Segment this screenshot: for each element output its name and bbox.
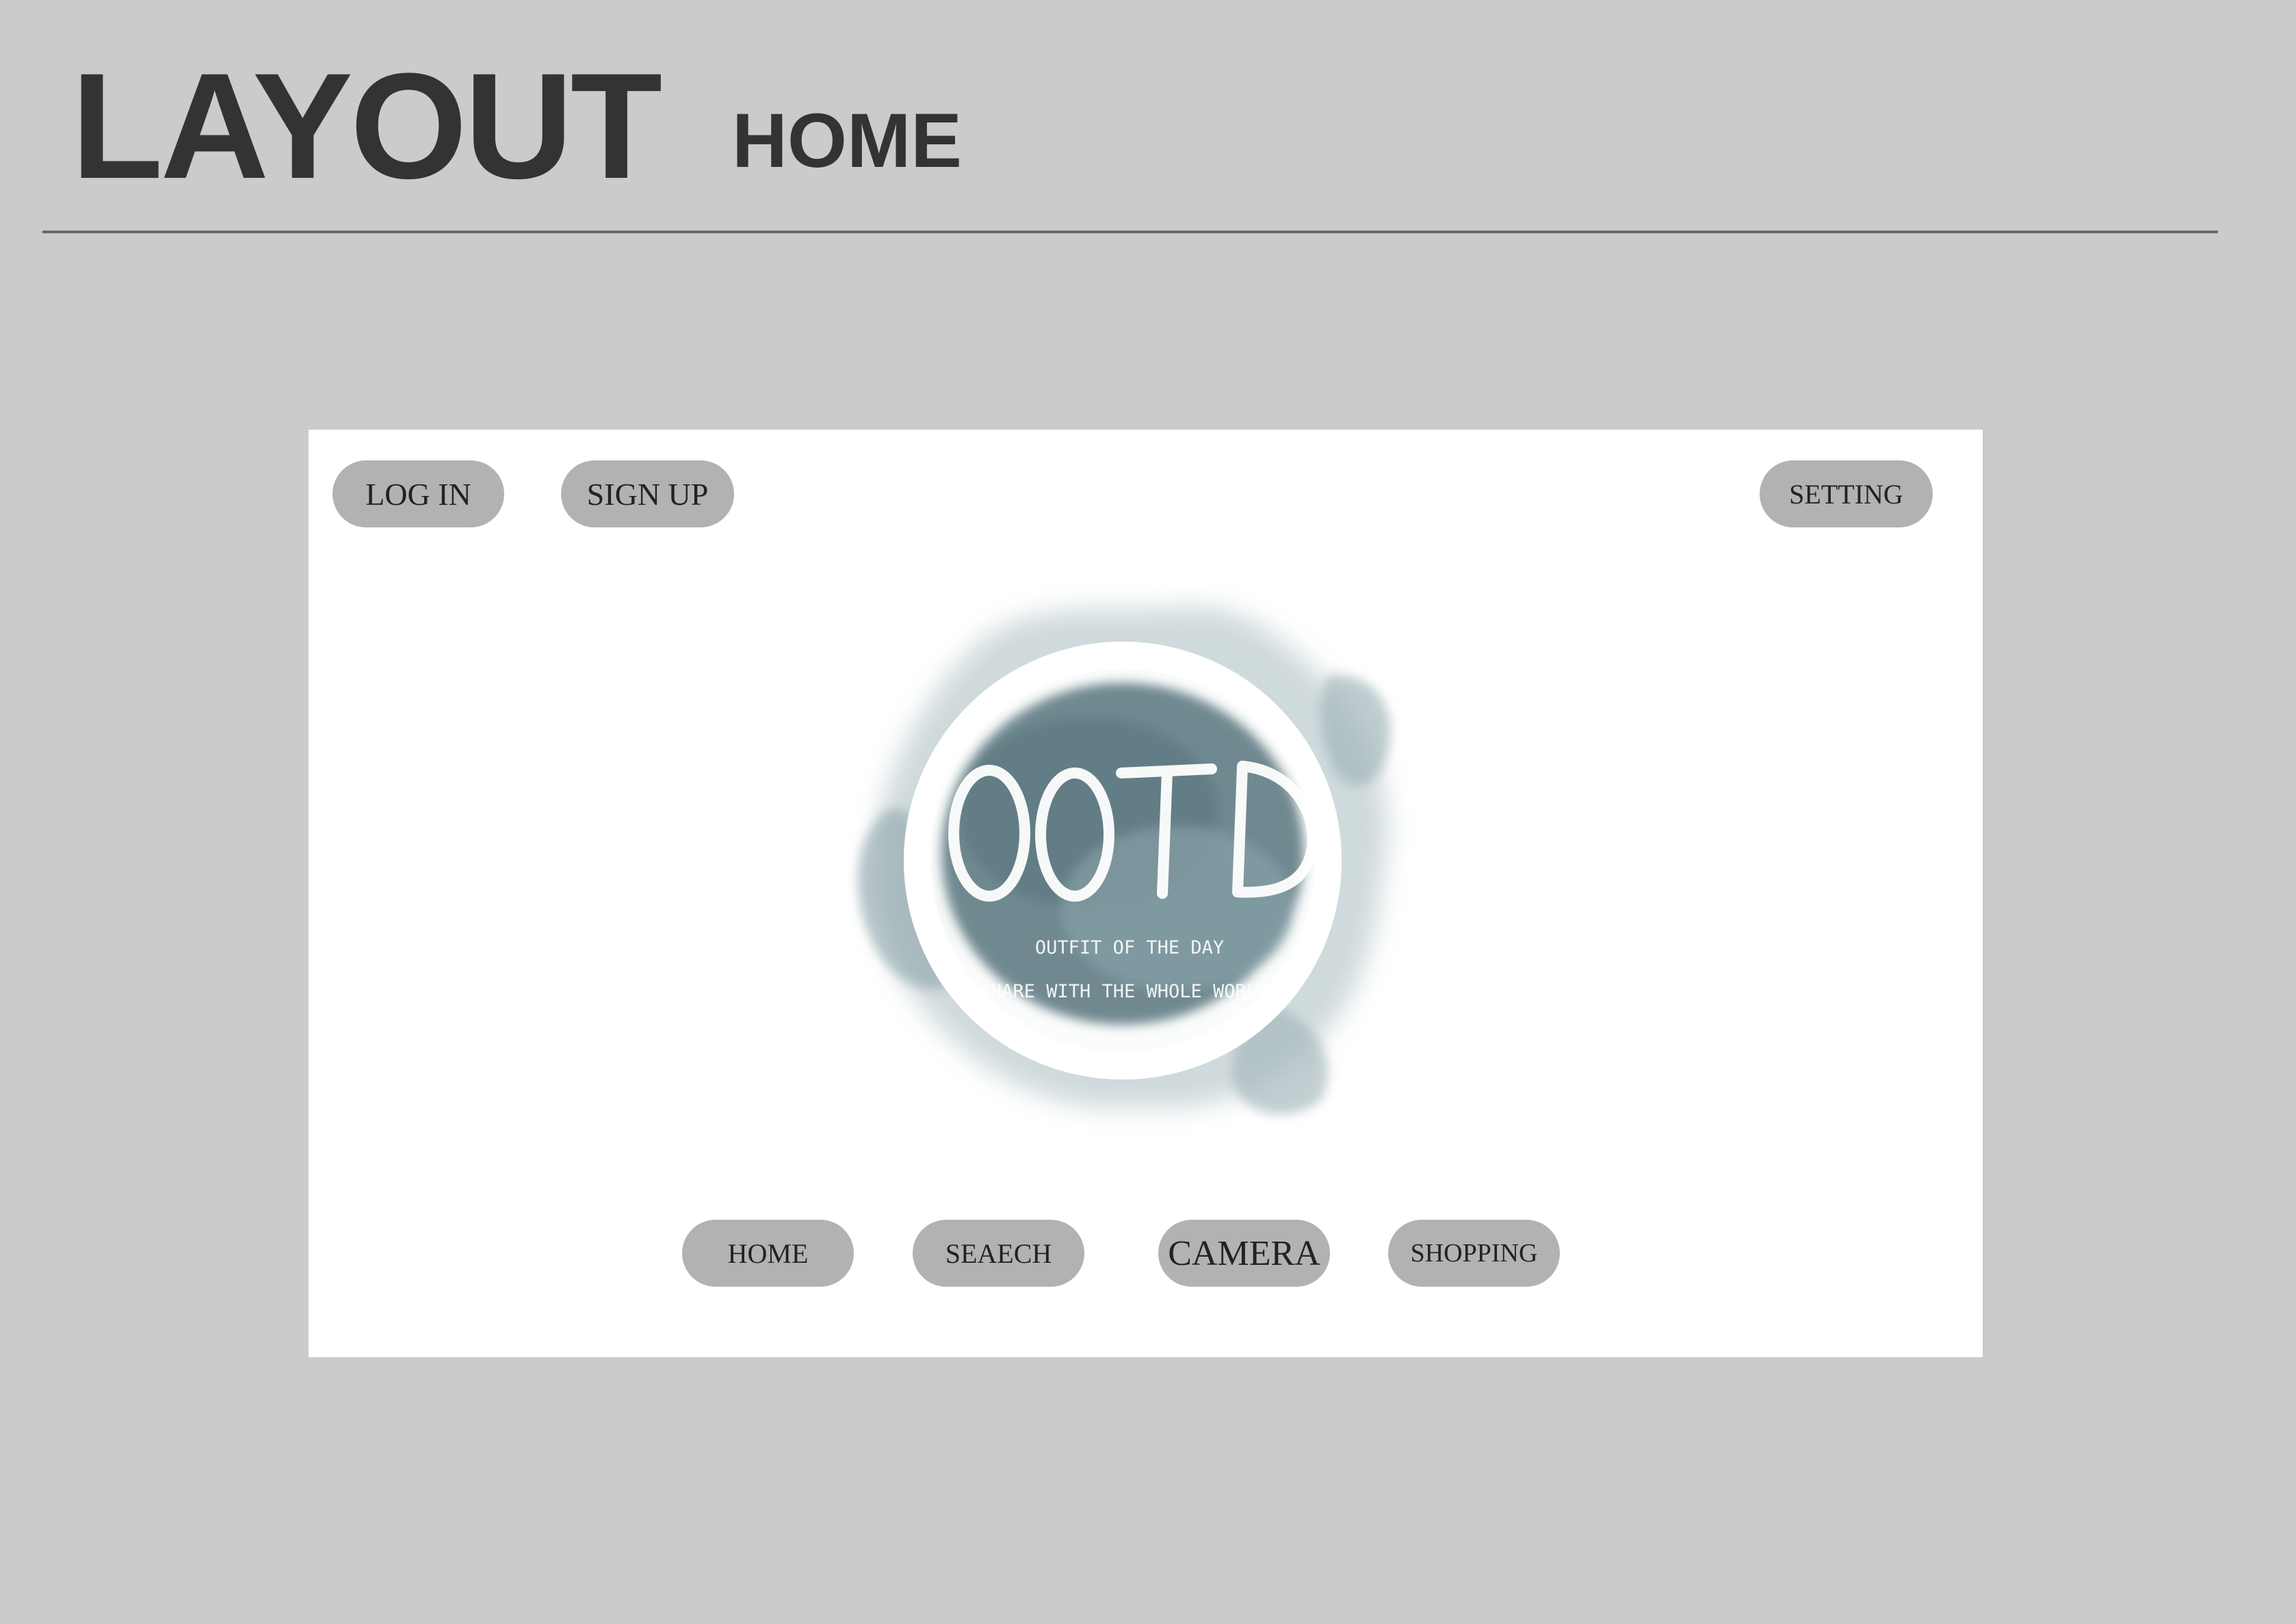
logo-tagline-1: OUTFIT OF THE DAY — [1035, 937, 1224, 958]
nav-home-button[interactable]: HOME — [682, 1220, 854, 1287]
page-subtitle: HOME — [732, 98, 962, 183]
signup-button[interactable]: SIGN UP — [561, 460, 734, 527]
header-divider — [42, 231, 2218, 233]
nav-home-label: HOME — [727, 1237, 809, 1269]
nav-camera-button[interactable]: CAMERA — [1158, 1220, 1330, 1287]
nav-shopping-label: SHOPPING — [1410, 1239, 1538, 1268]
nav-search-label: SEAECH — [945, 1237, 1052, 1269]
login-button[interactable]: LOG IN — [332, 460, 504, 527]
watercolor-logo-graphic: OUTFIT OF THE DAY SHARE WITH THE WHOLE W… — [857, 606, 1391, 1115]
page-title: LAYOUT — [71, 42, 662, 210]
signup-button-label: SIGN UP — [586, 476, 709, 512]
setting-button-label: SETTING — [1789, 478, 1903, 510]
login-button-label: LOG IN — [365, 476, 471, 512]
ootd-logo: OUTFIT OF THE DAY SHARE WITH THE WHOLE W… — [794, 566, 1465, 1168]
app-screen-mockup: LOG IN SIGN UP SETTING OUTFIT OF THE DAY… — [309, 430, 1983, 1357]
logo-tagline-2: SHARE WITH THE WHOLE WORLD — [980, 981, 1269, 1002]
nav-camera-label: CAMERA — [1168, 1233, 1320, 1273]
nav-shopping-button[interactable]: SHOPPING — [1388, 1220, 1560, 1287]
setting-button[interactable]: SETTING — [1760, 460, 1933, 527]
nav-search-button[interactable]: SEAECH — [913, 1220, 1084, 1287]
